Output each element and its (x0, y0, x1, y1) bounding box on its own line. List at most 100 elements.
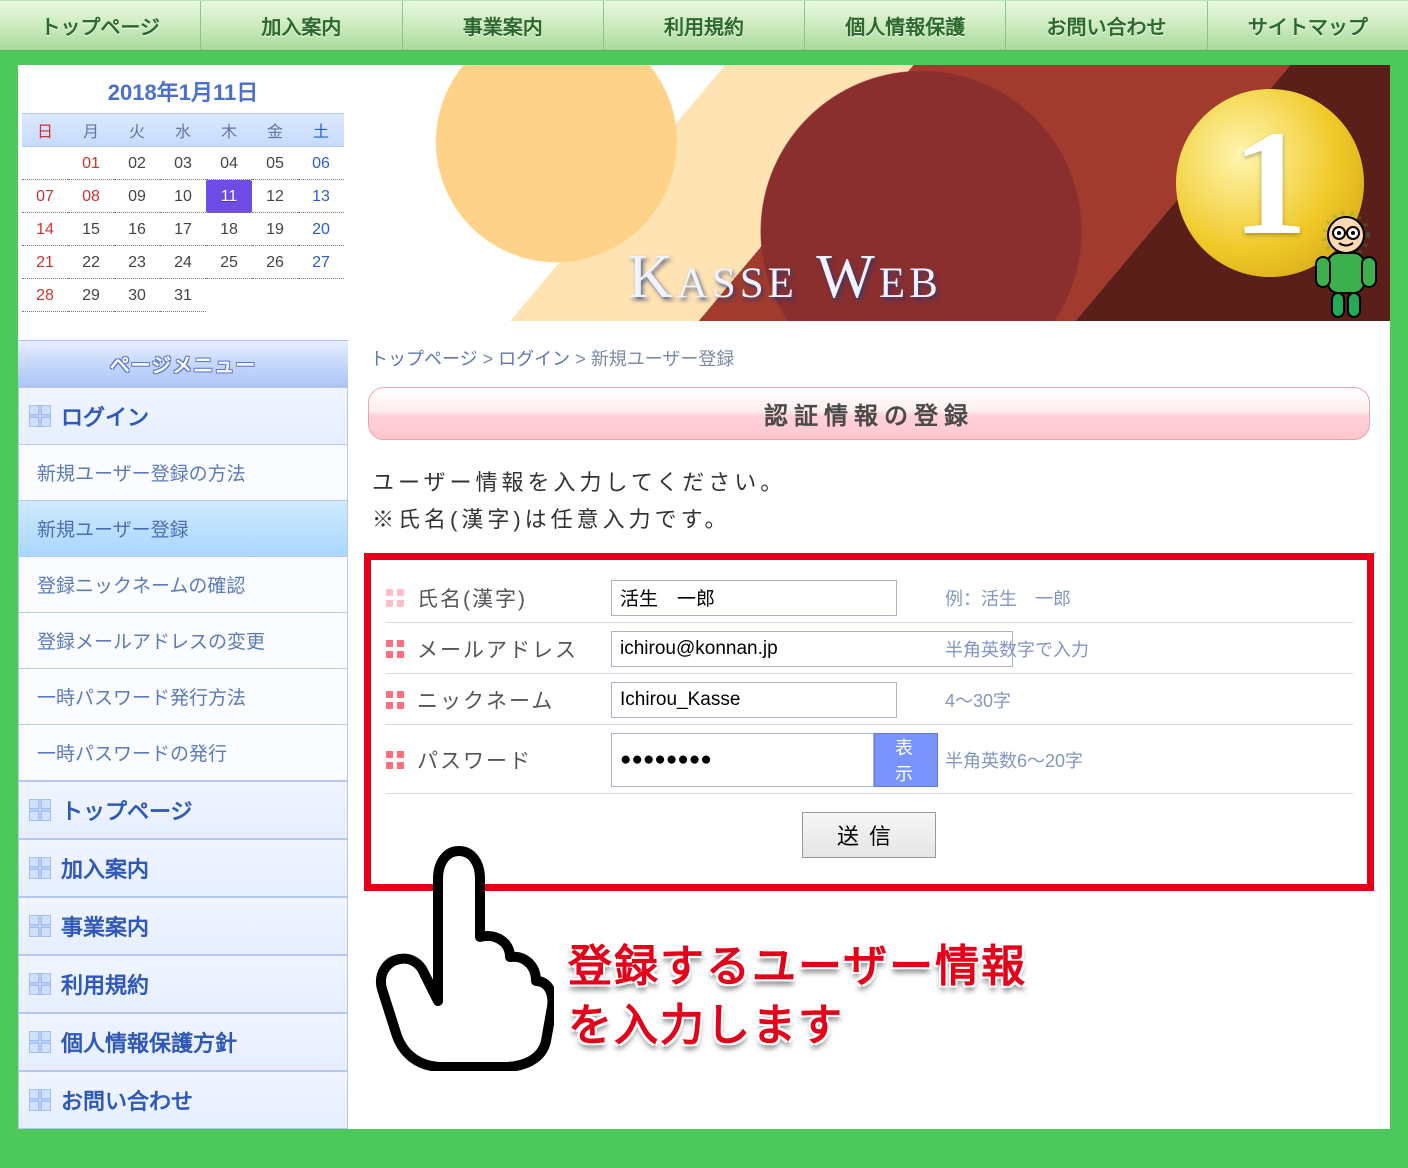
calendar-dow: 日 (22, 113, 68, 147)
nav-biz[interactable]: 事業案内 (403, 1, 604, 50)
plus-icon (29, 1089, 51, 1111)
main: Kasse Web 1 (348, 65, 1390, 1071)
pointing-hand-icon (364, 841, 554, 1071)
plus-icon (29, 915, 51, 937)
submit-button[interactable]: 送信 (802, 812, 936, 858)
nav-join[interactable]: 加入案内 (201, 1, 402, 50)
side-item[interactable]: 登録メールアドレスの変更 (18, 613, 348, 669)
calendar-day[interactable]: 28 (22, 279, 68, 312)
calendar-day[interactable]: 03 (160, 147, 206, 180)
required-icon (385, 639, 405, 659)
row-name: 氏名(漢字) 例：活生 一郎 (385, 572, 1353, 623)
calendar-day[interactable]: 17 (160, 213, 206, 246)
instructions-line2: ※氏名(漢字)は任意入力です。 (372, 501, 1366, 538)
side-item[interactable]: トップページ (18, 781, 348, 839)
input-password[interactable] (611, 733, 874, 787)
side-item[interactable]: 登録ニックネームの確認 (18, 557, 348, 613)
calendar-dow: 火 (114, 113, 160, 147)
nav-privacy[interactable]: 個人情報保護 (805, 1, 1006, 50)
input-name[interactable] (611, 580, 897, 616)
nav-terms[interactable]: 利用規約 (604, 1, 805, 50)
calendar-day[interactable]: 25 (206, 246, 252, 279)
side-item-label: ログイン (61, 400, 149, 432)
hint-name: 例：活生 一郎 (927, 585, 1353, 611)
calendar-day[interactable]: 13 (298, 180, 344, 213)
required-icon (385, 750, 405, 770)
calendar-day[interactable]: 14 (22, 213, 68, 246)
calendar-day[interactable]: 15 (68, 213, 114, 246)
side-item-label: 利用規約 (61, 968, 149, 1000)
side-item[interactable]: 個人情報保護方針 (18, 1013, 348, 1071)
breadcrumb-login[interactable]: ログイン (498, 349, 570, 369)
calendar-day[interactable]: 26 (252, 246, 298, 279)
row-nickname: ニックネーム 4～30字 (385, 674, 1353, 725)
calendar-day[interactable]: 06 (298, 147, 344, 180)
top-nav: トップページ 加入案内 事業案内 利用規約 個人情報保護 お問い合わせ サイトマ… (0, 0, 1408, 51)
side-item[interactable]: 一時パスワード発行方法 (18, 669, 348, 725)
nav-top[interactable]: トップページ (0, 1, 201, 50)
plus-icon (29, 857, 51, 879)
side-item-label: 登録メールアドレスの変更 (37, 627, 265, 654)
calendar-day[interactable]: 20 (298, 213, 344, 246)
callout-line1: 登録するユーザー情報 (568, 937, 1027, 996)
nav-contact[interactable]: お問い合わせ (1006, 1, 1207, 50)
calendar-day[interactable]: 30 (114, 279, 160, 312)
calendar-title: 2018年1月11日 (22, 71, 344, 113)
calendar-day[interactable]: 22 (68, 246, 114, 279)
instructions-line1: ユーザー情報を入力してください。 (372, 464, 1366, 501)
optional-icon (385, 588, 405, 608)
hero-banner: Kasse Web 1 (348, 65, 1390, 321)
calendar-day[interactable]: 27 (298, 246, 344, 279)
breadcrumb: トップページ > ログイン > 新規ユーザー登録 (348, 321, 1390, 381)
calendar-day[interactable]: 11 (206, 180, 252, 213)
side-item[interactable]: お問い合わせ (18, 1071, 348, 1129)
calendar-day[interactable]: 31 (160, 279, 206, 312)
calendar-day[interactable]: 18 (206, 213, 252, 246)
required-icon (385, 690, 405, 710)
side-menu-title: ページメニュー (18, 340, 348, 387)
calendar-dow: 水 (160, 113, 206, 147)
calendar-day[interactable]: 23 (114, 246, 160, 279)
breadcrumb-sep: > (483, 349, 499, 369)
row-password: パスワード 表示 半角英数6～20字 (385, 725, 1353, 794)
input-nickname[interactable] (611, 682, 897, 718)
side-item[interactable]: ログイン (18, 387, 348, 445)
breadcrumb-sep: > (575, 349, 591, 369)
calendar-day[interactable]: 04 (206, 147, 252, 180)
side-item[interactable]: 新規ユーザー登録 (18, 501, 348, 557)
calendar-day[interactable]: 01 (68, 147, 114, 180)
hint-password: 半角英数6～20字 (927, 747, 1353, 773)
side-item[interactable]: 事業案内 (18, 897, 348, 955)
side-item[interactable]: 加入案内 (18, 839, 348, 897)
instructions: ユーザー情報を入力してください。 ※氏名(漢字)は任意入力です。 (348, 464, 1390, 539)
calendar-dow: 土 (298, 113, 344, 147)
calendar-day[interactable]: 02 (114, 147, 160, 180)
plus-icon (29, 799, 51, 821)
breadcrumb-top[interactable]: トップページ (370, 349, 478, 369)
calendar-day[interactable]: 09 (114, 180, 160, 213)
side-item-label: 新規ユーザー登録の方法 (37, 459, 246, 486)
row-email: メールアドレス 半角英数字で入力 (385, 623, 1353, 674)
calendar-day[interactable]: 24 (160, 246, 206, 279)
calendar-day[interactable]: 29 (68, 279, 114, 312)
section-title: 認証情報の登録 (368, 387, 1370, 440)
calendar-day[interactable]: 16 (114, 213, 160, 246)
calendar-dow: 金 (252, 113, 298, 147)
nav-sitemap[interactable]: サイトマップ (1208, 1, 1408, 50)
side-item[interactable]: 新規ユーザー登録の方法 (18, 445, 348, 501)
callout-text: 登録するユーザー情報 を入力します (568, 901, 1027, 1056)
calendar-day[interactable]: 19 (252, 213, 298, 246)
side-item-label: 事業案内 (61, 910, 149, 942)
calendar-day[interactable]: 21 (22, 246, 68, 279)
calendar-day[interactable]: 08 (68, 180, 114, 213)
calendar-day[interactable]: 12 (252, 180, 298, 213)
calendar-day[interactable]: 10 (160, 180, 206, 213)
plus-icon (29, 405, 51, 427)
plus-icon (29, 1031, 51, 1053)
calendar-day[interactable]: 05 (252, 147, 298, 180)
calendar-day[interactable]: 07 (22, 180, 68, 213)
side-item[interactable]: 一時パスワードの発行 (18, 725, 348, 781)
side-item[interactable]: 利用規約 (18, 955, 348, 1013)
sidebar: 2018年1月11日 日月火水木金土 010203040506070809101… (18, 65, 348, 1129)
side-item-label: 一時パスワードの発行 (37, 739, 227, 766)
